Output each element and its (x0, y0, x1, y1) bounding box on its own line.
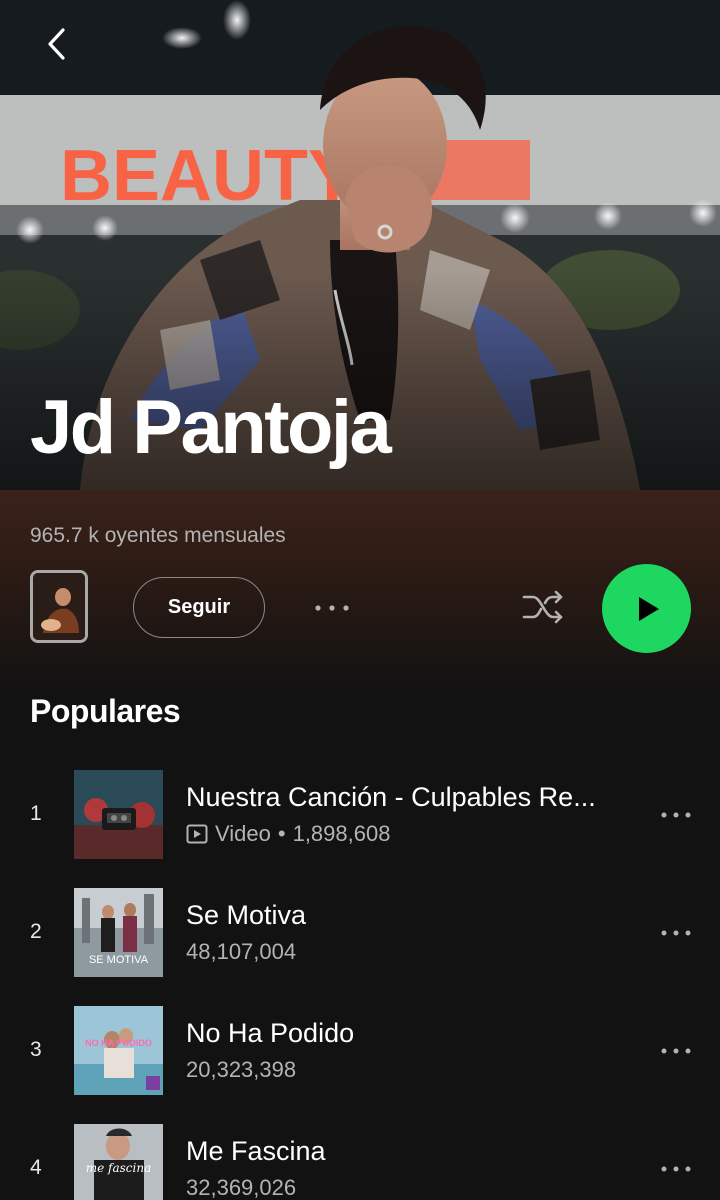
track-number: 4 (30, 1156, 42, 1179)
cover-text: SE MOTIVA (89, 954, 149, 966)
track-title: Me Fascina (186, 1136, 326, 1166)
track-cover-image: me fascina (74, 1124, 163, 1200)
track-title: Se Motiva (186, 900, 307, 930)
track-plays: 1,898,608 (292, 821, 391, 846)
track-number: 2 (30, 920, 42, 943)
artist-more-button[interactable] (306, 590, 358, 626)
track-row[interactable]: 3 NO HA PODIDO No Ha Podido 20,323,398 (0, 1006, 720, 1096)
track-cover-image: SE MOTIVA (74, 888, 163, 977)
track-row[interactable]: 2 SE MOTIVA Se Motiva 48,107,004 (0, 888, 720, 978)
track-number: 3 (30, 1038, 42, 1061)
cover-text: NO HA PODIDO (85, 1038, 152, 1048)
track-number: 1 (30, 802, 42, 825)
play-button[interactable] (602, 564, 691, 653)
artist-mini-thumbnail[interactable] (30, 570, 88, 643)
track-cover: NO HA PODIDO (74, 1006, 163, 1095)
track-subtitle: Video • 1,898,608 (186, 821, 390, 847)
play-icon (638, 596, 659, 621)
cover-text: me fascina (86, 1161, 152, 1175)
mini-thumbnail-image (33, 573, 85, 640)
track-cover: me fascina (74, 1124, 163, 1200)
artist-name: Jd Pantoja (30, 385, 392, 470)
more-horizontal-icon (661, 930, 691, 936)
track-more-button[interactable] (652, 916, 700, 950)
artist-info: 965.7 k oyentes mensuales Seguir (0, 490, 720, 690)
monthly-listeners: 965.7 k oyentes mensuales (30, 524, 286, 547)
track-title: No Ha Podido (186, 1018, 355, 1048)
track-subtitle: 32,369,026 (186, 1175, 296, 1200)
popular-section-title: Populares (30, 693, 181, 729)
track-subtitle: 20,323,398 (186, 1057, 296, 1083)
track-more-button[interactable] (652, 1152, 700, 1186)
track-cover: SE MOTIVA (74, 888, 163, 977)
track-title: Nuestra Canción - Culpables Re... (186, 782, 596, 812)
follow-button[interactable]: Seguir (133, 577, 265, 638)
track-row[interactable]: 1 Nuestra Canción - Culpables Re... Vide… (0, 770, 720, 860)
track-more-button[interactable] (652, 798, 700, 832)
track-subtitle: 48,107,004 (186, 939, 296, 965)
more-horizontal-icon (315, 605, 349, 611)
track-plays: 48,107,004 (186, 939, 297, 964)
shuffle-icon (522, 590, 563, 624)
track-plays: 20,323,398 (186, 1057, 297, 1082)
more-horizontal-icon (661, 1166, 691, 1172)
track-more-button[interactable] (652, 1034, 700, 1068)
track-row[interactable]: 4 me fascina Me Fascina 32,369,026 (0, 1124, 720, 1200)
artist-hero: BEAUTY Jd Pantoja (0, 0, 720, 490)
back-button[interactable] (34, 22, 78, 66)
video-icon (186, 824, 208, 844)
track-type-label: Video (215, 821, 271, 846)
track-separator: • (277, 821, 286, 846)
track-cover-image (74, 770, 163, 859)
more-horizontal-icon (661, 1048, 691, 1054)
more-horizontal-icon (661, 812, 691, 818)
shuffle-button[interactable] (518, 582, 568, 632)
chevron-left-icon (48, 28, 65, 60)
track-cover-image: NO HA PODIDO (74, 1006, 163, 1095)
track-cover (74, 770, 163, 859)
track-plays: 32,369,026 (186, 1175, 297, 1200)
